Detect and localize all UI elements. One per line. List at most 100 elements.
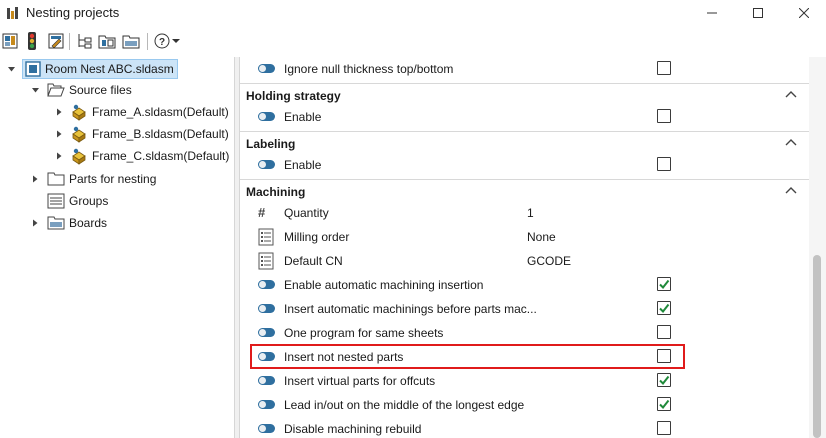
tree-item-groups[interactable]: Groups <box>47 191 108 211</box>
hash-icon: # <box>258 205 266 220</box>
help-button[interactable]: ? <box>152 31 172 51</box>
status-button[interactable] <box>22 31 42 51</box>
tree-item-label: Groups <box>69 194 109 208</box>
tree-root-row[interactable]: Room Nest ABC.sldasm <box>6 59 178 79</box>
tree-item-parts-for-nesting[interactable]: Parts for nesting <box>30 169 156 189</box>
property-checkbox[interactable] <box>657 157 671 171</box>
toggle-icon <box>258 398 276 412</box>
svg-text:?: ? <box>159 37 165 48</box>
property-name: Ignore null thickness top/bottom <box>284 62 454 76</box>
tree-view-button[interactable] <box>74 31 94 51</box>
property-name: Disable machining rebuild <box>284 422 422 436</box>
property-row[interactable]: Enable automatic machining insertion <box>240 273 809 297</box>
property-name: Default CN <box>284 254 343 268</box>
expand-icon[interactable] <box>54 151 64 161</box>
edit-project-icon <box>48 33 64 49</box>
expand-icon[interactable] <box>54 107 64 117</box>
expand-icon[interactable] <box>30 174 40 184</box>
section-header-holding-strategy[interactable]: Holding strategy <box>240 83 809 107</box>
assembly-part-icon <box>72 126 86 143</box>
expand-icon[interactable] <box>54 129 64 139</box>
nesting-button[interactable] <box>0 31 20 51</box>
property-name: Quantity <box>284 206 329 220</box>
tree-item-file[interactable]: Frame_B.sldasm(Default) <box>54 124 229 144</box>
collapse-icon[interactable] <box>6 64 16 74</box>
minimize-button[interactable] <box>689 0 735 26</box>
toggle-icon <box>258 422 276 436</box>
folder-icon <box>47 216 65 230</box>
toggle-icon <box>258 110 276 124</box>
chevron-up-icon[interactable] <box>785 89 797 101</box>
property-checkbox[interactable] <box>657 397 671 411</box>
property-value[interactable]: GCODE <box>527 254 571 268</box>
section-header-machining[interactable]: Machining <box>240 179 809 203</box>
section-title: Machining <box>246 184 306 199</box>
property-row[interactable]: Insert virtual parts for offcuts <box>240 369 809 393</box>
groups-icon <box>47 193 65 209</box>
dropdown-arrow-icon <box>172 39 180 43</box>
property-row[interactable]: Disable machining rebuild <box>240 417 809 438</box>
property-row[interactable]: Ignore null thickness top/bottom <box>240 57 809 81</box>
property-row[interactable]: Default CN GCODE <box>240 249 809 273</box>
property-name: Enable <box>284 110 322 124</box>
property-value[interactable]: None <box>527 230 556 244</box>
property-row[interactable]: Enable <box>240 153 809 177</box>
property-checkbox[interactable] <box>657 277 671 291</box>
property-checkbox[interactable] <box>657 325 671 339</box>
list-icon <box>258 228 276 246</box>
property-row[interactable]: Insert automatic machinings before parts… <box>240 297 809 321</box>
chevron-up-icon[interactable] <box>785 137 797 149</box>
property-value[interactable]: 1 <box>527 206 534 220</box>
maximize-button[interactable] <box>735 0 781 26</box>
tree-item-boards[interactable]: Boards <box>30 213 107 233</box>
property-name: Milling order <box>284 230 350 244</box>
open-folder-icon <box>47 83 65 97</box>
property-checkbox[interactable] <box>657 421 671 435</box>
property-row[interactable]: Lead in/out on the middle of the longest… <box>240 393 809 417</box>
scrollbar-thumb[interactable] <box>813 255 821 438</box>
highlight-box <box>250 344 685 369</box>
help-dropdown[interactable] <box>170 31 182 51</box>
toggle-icon <box>258 158 276 172</box>
tree-item-file[interactable]: Frame_A.sldasm(Default) <box>54 102 229 122</box>
edit-project-button[interactable] <box>46 31 66 51</box>
folder-button[interactable] <box>121 31 141 51</box>
toggle-icon <box>258 278 276 292</box>
collapse-icon[interactable] <box>30 85 40 95</box>
toolbar-separator <box>147 33 148 50</box>
maximize-icon <box>753 8 763 18</box>
folder-icon <box>122 35 140 49</box>
property-checkbox[interactable] <box>657 109 671 123</box>
checkmark-icon <box>659 399 670 410</box>
toolbar: ? <box>0 28 826 56</box>
close-icon <box>799 8 809 18</box>
tree-item-source-files[interactable]: Source files <box>30 80 132 100</box>
close-button[interactable] <box>781 0 826 26</box>
property-name: Lead in/out on the middle of the longest… <box>284 398 525 412</box>
open-document-button[interactable] <box>97 31 117 51</box>
toggle-icon <box>258 62 276 76</box>
chevron-up-icon[interactable] <box>785 185 797 197</box>
nesting-icon <box>2 33 18 49</box>
property-row[interactable]: # Quantity 1 <box>240 201 809 225</box>
property-checkbox[interactable] <box>657 61 671 75</box>
project-tree: Room Nest ABC.sldasm Source files Frame_… <box>0 57 234 438</box>
title-bar: Nesting projects <box>0 0 826 26</box>
traffic-light-icon <box>28 32 36 50</box>
tree-item-file[interactable]: Frame_C.sldasm(Default) <box>54 146 229 166</box>
tree-item-label: Frame_B.sldasm(Default) <box>92 127 229 141</box>
expand-icon[interactable] <box>30 218 40 228</box>
property-row[interactable]: Enable <box>240 105 809 129</box>
toolbar-separator <box>69 33 70 50</box>
property-checkbox[interactable] <box>657 301 671 315</box>
property-row[interactable]: Milling order None <box>240 225 809 249</box>
property-name: Insert automatic machinings before parts… <box>284 302 537 316</box>
vertical-scrollbar[interactable] <box>809 57 826 438</box>
property-row[interactable]: One program for same sheets <box>240 321 809 345</box>
app-icon <box>7 7 18 19</box>
toggle-icon <box>258 302 276 316</box>
assembly-part-icon <box>72 104 86 121</box>
property-checkbox[interactable] <box>657 373 671 387</box>
tree-item-label: Source files <box>69 83 132 97</box>
section-header-labeling[interactable]: Labeling <box>240 131 809 155</box>
